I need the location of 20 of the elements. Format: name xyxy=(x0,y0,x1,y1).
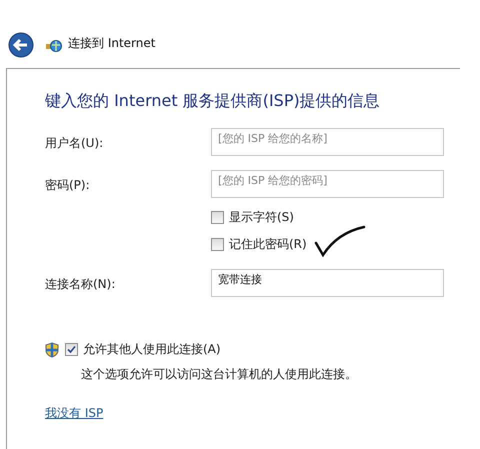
checkbox-label: 允许其他人使用此连接(A) xyxy=(83,341,221,358)
field-label: 用户名(U): xyxy=(45,135,104,152)
password-field[interactable]: [您的 ISP 给您的密码] xyxy=(211,170,444,198)
shield-icon xyxy=(45,342,59,358)
connection-name-field[interactable]: 宽带连接 xyxy=(211,269,444,297)
username-field[interactable]: [您的 ISP 给您的名称] xyxy=(211,128,444,156)
checkbox[interactable] xyxy=(65,343,78,356)
checkbox-label: 显示字符(S) xyxy=(229,209,294,226)
option-description: 这个选项允许可以访问这台计算机的人使用此连接。 xyxy=(81,366,358,383)
network-globe-icon xyxy=(46,39,62,53)
checkmark-drawing xyxy=(314,225,366,257)
page-heading: 键入您的 Internet 服务提供商(ISP)提供的信息 xyxy=(45,91,381,112)
window-title: 连接到 Internet xyxy=(68,35,156,52)
field-label: 连接名称(N): xyxy=(45,276,116,293)
checkbox[interactable] xyxy=(211,211,224,224)
field-label: 密码(P): xyxy=(45,177,91,194)
back-button[interactable] xyxy=(8,32,34,58)
checkbox-label: 记住此密码(R) xyxy=(229,236,307,253)
checkbox[interactable] xyxy=(211,238,224,251)
no-isp-link[interactable]: 我没有 ISP xyxy=(45,405,104,422)
